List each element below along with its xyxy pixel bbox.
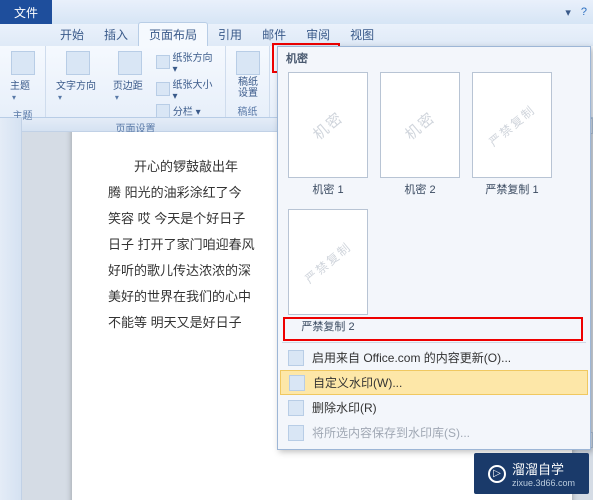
text-direction-icon [66,51,90,75]
group-page-setup: 文字方向 页边距 纸张方向 ▾ 纸张大小 ▾ 分栏 ▾ 页面设置 [46,46,226,117]
draft-icon [236,51,260,75]
watermark-thumb-text: 严禁复制 [485,100,539,149]
vertical-ruler[interactable] [0,118,22,500]
orientation-label: 纸张方向 ▾ [173,49,219,75]
text-direction-label: 文字方向 [56,77,101,103]
watermark-thumb-text: 严禁复制 [301,237,355,286]
site-logo: ▷ 溜溜自学 zixue.3d66.com [474,453,589,494]
menu-office-label: 启用来自 Office.com 的内容更新(O)... [312,349,511,366]
watermark-thumb: 严禁复制 [472,72,552,178]
tab-view[interactable]: 视图 [340,23,384,46]
ribbon-tabs: 开始 插入 页面布局 引用 邮件 审阅 视图 [0,24,593,46]
size-icon [156,82,170,96]
logo-subtext: zixue.3d66.com [512,478,575,488]
logo-text: 溜溜自学 [512,459,575,478]
menu-save-label: 将所选内容保存到水印库(S)... [312,424,470,441]
page-setup-small-buttons: 纸张方向 ▾ 纸张大小 ▾ 分栏 ▾ [156,49,219,118]
size-label: 纸张大小 ▾ [173,76,219,102]
menu-custom-watermark[interactable]: 自定义水印(W)... [280,370,588,395]
theme-button[interactable]: 主题 [6,49,39,105]
tab-references[interactable]: 引用 [208,23,252,46]
file-tab[interactable]: 文件 [0,0,52,24]
menu-remove-watermark[interactable]: 删除水印(R) [278,395,590,420]
watermark-item-donotcopy-2[interactable]: 严禁复制 严禁复制 2 [288,209,368,334]
dropdown-icon[interactable]: ▾ [565,6,571,19]
size-button[interactable]: 纸张大小 ▾ [156,76,219,102]
columns-icon [156,104,170,118]
margins-label: 页边距 [113,77,148,103]
tab-review[interactable]: 审阅 [296,23,340,46]
theme-label: 主题 [10,77,35,103]
watermark-thumb-text: 机密 [400,106,440,144]
watermark-gallery: 机密 机密 1 机密 机密 2 严禁复制 严禁复制 1 严禁复制 严禁复制 2 [278,68,590,340]
watermark-caption: 机密 1 [312,181,343,197]
menu-remove-label: 删除水印(R) [312,399,377,416]
dropdown-separator [282,342,586,343]
group-theme: 主题 主题 [0,46,46,117]
watermark-thumb: 机密 [380,72,460,178]
watermark-caption: 严禁复制 2 [301,318,354,334]
watermark-item-donotcopy-1[interactable]: 严禁复制 严禁复制 1 [472,72,552,197]
watermark-item-confidential-1[interactable]: 机密 机密 1 [288,72,368,197]
save-watermark-icon [288,425,304,441]
watermark-thumb: 机密 [288,72,368,178]
watermark-thumb-text: 机密 [308,106,348,144]
menu-save-watermark: 将所选内容保存到水印库(S)... [278,420,590,445]
custom-watermark-icon [289,375,305,391]
office-icon [288,350,304,366]
group-draft-label: 稿纸 [232,101,263,118]
orientation-icon [156,55,170,69]
tab-insert[interactable]: 插入 [94,23,138,46]
columns-label: 分栏 ▾ [173,103,201,118]
watermark-dropdown: 机密 机密 机密 1 机密 机密 2 严禁复制 严禁复制 1 严禁复制 严禁复制… [277,46,591,450]
watermark-thumb: 严禁复制 [288,209,368,315]
remove-watermark-icon [288,400,304,416]
window-controls: ▾ ? [565,6,593,19]
menu-office-content[interactable]: 启用来自 Office.com 的内容更新(O)... [278,345,590,370]
tab-home[interactable]: 开始 [50,23,94,46]
theme-icon [11,51,35,75]
watermark-item-confidential-2[interactable]: 机密 机密 2 [380,72,460,197]
play-icon: ▷ [488,465,506,483]
draft-button[interactable]: 稿纸 设置 [232,49,264,101]
help-icon[interactable]: ? [581,6,587,19]
group-draft: 稿纸 设置 稿纸 [226,46,270,117]
margins-icon [118,51,142,75]
margins-button[interactable]: 页边距 [109,49,152,118]
columns-button[interactable]: 分栏 ▾ [156,103,219,118]
text-direction-button[interactable]: 文字方向 [52,49,105,118]
tab-page-layout[interactable]: 页面布局 [138,22,208,46]
orientation-button[interactable]: 纸张方向 ▾ [156,49,219,75]
menu-custom-label: 自定义水印(W)... [313,374,402,391]
tab-mailings[interactable]: 邮件 [252,23,296,46]
watermark-caption: 机密 2 [404,181,435,197]
draft-label: 稿纸 设置 [238,77,258,99]
title-bar: 文件 ▾ ? [0,0,593,24]
watermark-caption: 严禁复制 1 [485,181,538,197]
dropdown-section-confidential: 机密 [278,47,590,68]
